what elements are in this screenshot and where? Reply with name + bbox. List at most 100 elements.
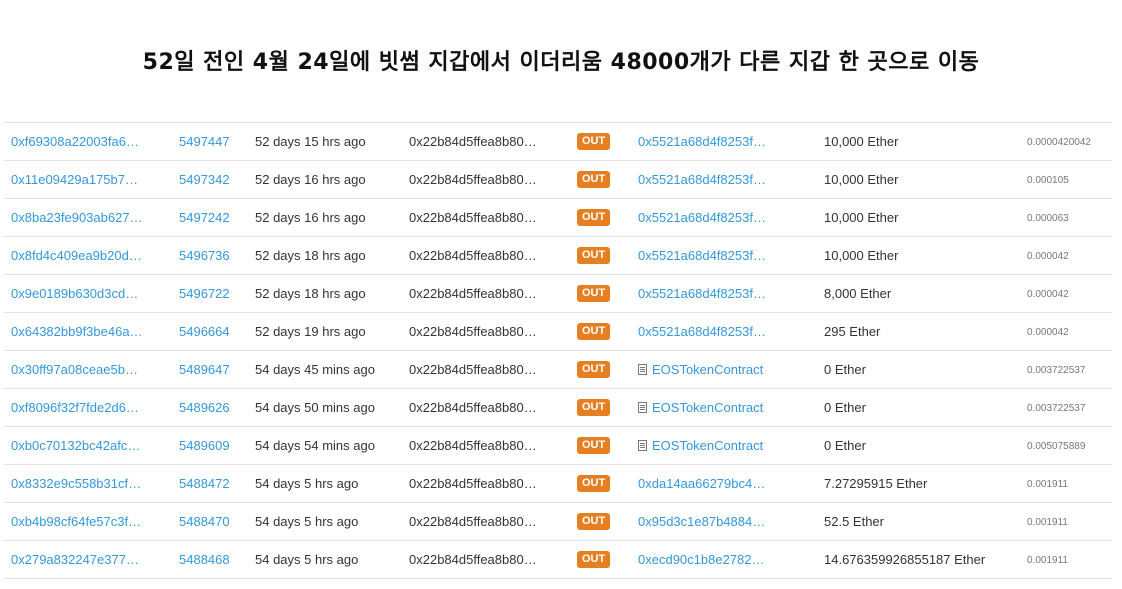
block-number-link[interactable]: 5488470 (179, 503, 230, 540)
tx-age: 52 days 18 hrs ago (255, 248, 366, 263)
tx-age: 54 days 45 mins ago (255, 362, 375, 377)
block-number-link[interactable]: 5496722 (179, 275, 230, 312)
tx-value: 10,000 Ether (824, 210, 899, 225)
tx-value: 10,000 Ether (824, 134, 899, 149)
block-number-link[interactable]: 5496736 (179, 237, 230, 274)
table-row: 0xf69308a22003fa6… 5497447 52 days 15 hrs … (4, 123, 1112, 161)
to-address-cell[interactable]: EOSTokenContract (638, 351, 763, 388)
from-address: 0x22b84d5ffea8b80… (409, 362, 537, 377)
block-number-link[interactable]: 5497342 (179, 161, 230, 198)
direction-badge: OUT (577, 285, 611, 302)
tx-fee: 0.003722537 (1027, 403, 1086, 414)
tx-value: 295 Ether (824, 324, 881, 339)
direction-badge: OUT (577, 551, 611, 568)
to-address-cell[interactable]: EOSTokenContract (638, 427, 763, 464)
tx-value: 10,000 Ether (824, 172, 899, 187)
block-number-link[interactable]: 5489626 (179, 389, 230, 426)
tx-value: 8,000 Ether (824, 286, 892, 301)
to-address-link[interactable]: 0x95d3c1e87b4884… (638, 503, 765, 540)
tx-fee: 0.005075889 (1027, 441, 1086, 452)
contract-document-icon (638, 440, 647, 451)
direction-badge: OUT (577, 209, 611, 226)
tx-hash-link[interactable]: 0xf69308a22003fa6… (11, 123, 139, 160)
direction-badge: OUT (577, 361, 611, 378)
direction-badge: OUT (577, 399, 611, 416)
tx-value: 14.676359926855187 Ether (824, 552, 986, 567)
to-address-link[interactable]: 0x5521a68d4f8253f… (638, 313, 766, 350)
table-row: 0x279a832247e377… 5488468 54 days 5 hrs ag… (4, 541, 1112, 579)
tx-value: 0 Ether (824, 362, 866, 377)
from-address: 0x22b84d5ffea8b80… (409, 210, 537, 225)
tx-hash-link[interactable]: 0x8ba23fe903ab627… (11, 199, 143, 236)
to-address-cell[interactable]: 0xda14aa66279bc4… (638, 465, 765, 502)
block-number-link[interactable]: 5488472 (179, 465, 230, 502)
table-row: 0x8ba23fe903ab627… 5497242 52 days 16 hrs … (4, 199, 1112, 237)
to-address-link[interactable]: 0x5521a68d4f8253f… (638, 123, 766, 160)
tx-value: 7.27295915 Ether (824, 476, 928, 491)
to-address-link[interactable]: 0xda14aa66279bc4… (638, 465, 765, 502)
tx-hash-link[interactable]: 0x30ff97a08ceae5b… (11, 351, 138, 388)
to-address-link[interactable]: EOSTokenContract (652, 351, 763, 388)
to-address-link[interactable]: 0x5521a68d4f8253f… (638, 237, 766, 274)
to-address-cell[interactable]: 0x5521a68d4f8253f… (638, 161, 766, 198)
from-address: 0x22b84d5ffea8b80… (409, 134, 537, 149)
to-address-cell[interactable]: 0x95d3c1e87b4884… (638, 503, 765, 540)
tx-fee: 0.0000420042 (1027, 137, 1091, 148)
tx-hash-link[interactable]: 0x9e0189b630d3cd… (11, 275, 138, 312)
block-number-link[interactable]: 5496664 (179, 313, 230, 350)
block-number-link[interactable]: 5489609 (179, 427, 230, 464)
block-number-link[interactable]: 5489647 (179, 351, 230, 388)
tx-fee: 0.000042 (1027, 251, 1069, 262)
from-address: 0x22b84d5ffea8b80… (409, 514, 537, 529)
table-row: 0x8fd4c409ea9b20d… 5496736 52 days 18 hrs … (4, 237, 1112, 275)
table-row: 0x30ff97a08ceae5b… 5489647 54 days 45 mins… (4, 351, 1112, 389)
to-address-link[interactable]: EOSTokenContract (652, 389, 763, 426)
to-address-link[interactable]: 0x5521a68d4f8253f… (638, 275, 766, 312)
direction-badge: OUT (577, 513, 611, 530)
direction-badge: OUT (577, 247, 611, 264)
tx-hash-link[interactable]: 0x64382bb9f3be46a… (11, 313, 143, 350)
to-address-cell[interactable]: 0xecd90c1b8e2782… (638, 541, 765, 578)
table-row: 0x8332e9c558b31cf… 5488472 54 days 5 hrs a… (4, 465, 1112, 503)
to-address-cell[interactable]: 0x5521a68d4f8253f… (638, 199, 766, 236)
block-number-link[interactable]: 5497242 (179, 199, 230, 236)
tx-age: 52 days 16 hrs ago (255, 210, 366, 225)
tx-hash-link[interactable]: 0x11e09429a175b7… (11, 161, 138, 198)
to-address-cell[interactable]: 0x5521a68d4f8253f… (638, 123, 766, 160)
tx-age: 54 days 54 mins ago (255, 438, 375, 453)
to-address-cell[interactable]: 0x5521a68d4f8253f… (638, 313, 766, 350)
tx-hash-link[interactable]: 0x8332e9c558b31cf… (11, 465, 141, 502)
from-address: 0x22b84d5ffea8b80… (409, 400, 537, 415)
tx-hash-link[interactable]: 0xb4b98cf64fe57c3f… (11, 503, 141, 540)
tx-fee: 0.001911 (1027, 479, 1068, 490)
tx-hash-link[interactable]: 0x279a832247e377… (11, 541, 139, 578)
tx-fee: 0.003722537 (1027, 365, 1086, 376)
tx-age: 52 days 16 hrs ago (255, 172, 366, 187)
to-address-link[interactable]: 0x5521a68d4f8253f… (638, 199, 766, 236)
tx-hash-link[interactable]: 0x8fd4c409ea9b20d… (11, 237, 142, 274)
block-number-link[interactable]: 5497447 (179, 123, 230, 160)
table-row: 0xb0c70132bc42afc… 5489609 54 days 54 mins… (4, 427, 1112, 465)
to-address-cell[interactable]: EOSTokenContract (638, 389, 763, 426)
tx-fee: 0.001911 (1027, 555, 1068, 566)
direction-badge: OUT (577, 475, 611, 492)
page-headline: 52일 전인 4월 24일에 빗썸 지갑에서 이더리움 48000개가 다른 지… (142, 50, 980, 75)
tx-value: 0 Ether (824, 438, 866, 453)
tx-age: 52 days 15 hrs ago (255, 134, 366, 149)
to-address-link[interactable]: EOSTokenContract (652, 427, 763, 464)
contract-document-icon (638, 402, 647, 413)
to-address-link[interactable]: 0x5521a68d4f8253f… (638, 161, 766, 198)
tx-value: 52.5 Ether (824, 514, 884, 529)
tx-age: 52 days 19 hrs ago (255, 324, 366, 339)
to-address-cell[interactable]: 0x5521a68d4f8253f… (638, 275, 766, 312)
tx-hash-link[interactable]: 0xb0c70132bc42afc… (11, 427, 140, 464)
to-address-link[interactable]: 0xecd90c1b8e2782… (638, 541, 765, 578)
tx-age: 52 days 18 hrs ago (255, 286, 366, 301)
to-address-cell[interactable]: 0x5521a68d4f8253f… (638, 237, 766, 274)
block-number-link[interactable]: 5488468 (179, 541, 230, 578)
from-address: 0x22b84d5ffea8b80… (409, 476, 537, 491)
tx-hash-link[interactable]: 0xf8096f32f7fde2d6… (11, 389, 139, 426)
tx-fee: 0.000042 (1027, 327, 1069, 338)
tx-fee: 0.000063 (1027, 213, 1069, 224)
table-row: 0x9e0189b630d3cd… 5496722 52 days 18 hrs a… (4, 275, 1112, 313)
